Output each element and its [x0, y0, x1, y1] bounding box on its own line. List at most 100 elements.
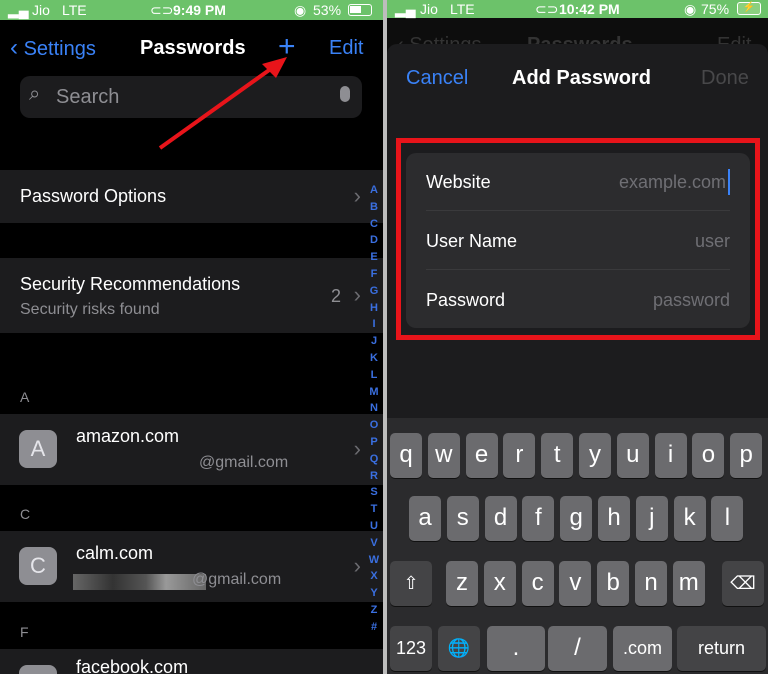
key-c[interactable]: c — [521, 561, 554, 606]
site-name: calm.com — [76, 543, 154, 563]
index-letter[interactable]: U — [367, 518, 381, 535]
key-y[interactable]: y — [579, 433, 611, 478]
index-letter[interactable]: P — [367, 434, 381, 451]
key-e[interactable]: e — [465, 433, 498, 478]
passwords-screen: ▂▄ Jio LTE ⊂⊃ 9:49 PM ◉ 53% ‹ Settings P… — [0, 0, 383, 674]
chevron-right-icon: › — [353, 436, 361, 461]
avatar: A — [19, 430, 57, 468]
key-d[interactable]: d — [484, 496, 517, 541]
dotcom-key[interactable]: .com — [613, 626, 672, 671]
password-options-row[interactable]: Password Options › — [0, 170, 383, 223]
index-letter[interactable]: R — [367, 468, 381, 485]
battery-charging-icon: ⚡ — [737, 2, 761, 15]
key-r[interactable]: r — [503, 433, 536, 478]
blurred-username — [73, 574, 206, 590]
key-l[interactable]: l — [711, 496, 744, 541]
add-password-screen: ▂▄ Jio LTE ⊂⊃ 10:42 PM ◉ 75% ⚡ ‹ Setting… — [387, 0, 768, 674]
delete-key[interactable]: ⌫ — [722, 561, 764, 606]
site-name: facebook.com — [76, 657, 189, 674]
key-u[interactable]: u — [616, 433, 649, 478]
slash-key[interactable]: / — [548, 626, 607, 671]
key-n[interactable]: n — [635, 561, 667, 606]
index-letter[interactable]: W — [367, 552, 381, 569]
index-letter[interactable]: A — [367, 182, 381, 199]
section-header: C — [20, 506, 31, 522]
time: 10:42 PM — [559, 1, 620, 17]
key-o[interactable]: o — [692, 433, 725, 478]
index-letter[interactable]: E — [367, 249, 381, 266]
index-letter[interactable]: O — [367, 417, 381, 434]
account-email: @gmail.com — [199, 454, 289, 471]
done-button[interactable]: Done — [701, 67, 749, 90]
index-letter[interactable]: # — [367, 619, 381, 636]
account-email: @gmail.com — [192, 571, 282, 588]
index-letter[interactable]: X — [367, 568, 381, 585]
key-j[interactable]: j — [635, 496, 668, 541]
key-k[interactable]: k — [673, 496, 706, 541]
carrier: Jio — [420, 1, 438, 17]
index-letter[interactable]: B — [367, 199, 381, 216]
key-q[interactable]: q — [390, 433, 422, 478]
dot-key[interactable]: . — [487, 626, 545, 671]
numbers-key[interactable]: 123 — [390, 626, 432, 671]
index-letter[interactable]: Q — [367, 451, 381, 468]
keyboard: q w e r t y u i o p a s d f g h j k l ⇧ z x c v b n m ⌫ 123 🌐. / .com re… — [387, 418, 768, 674]
key-m[interactable]: m — [672, 561, 705, 606]
index-letter[interactable]: I — [367, 316, 381, 333]
password-item-facebook[interactable]: facebook.com — [0, 649, 383, 674]
password-item-amazon[interactable]: A amazon.com @gmail.com › — [0, 414, 383, 485]
key-z[interactable]: z — [446, 561, 478, 606]
red-highlight-box — [396, 138, 760, 340]
avatar — [19, 665, 57, 674]
cancel-button[interactable]: Cancel — [406, 67, 468, 90]
section-header: F — [20, 624, 29, 640]
index-letter[interactable]: D — [367, 232, 381, 249]
key-f[interactable]: f — [522, 496, 555, 541]
network: LTE — [450, 1, 475, 17]
index-letter[interactable]: C — [367, 216, 381, 233]
index-letter[interactable]: V — [367, 535, 381, 552]
key-p[interactable]: p — [730, 433, 763, 478]
chevron-right-icon: › — [353, 183, 361, 208]
index-letter[interactable]: N — [367, 400, 381, 417]
key-g[interactable]: g — [560, 496, 593, 541]
globe-icon[interactable]: 🌐 — [438, 626, 480, 671]
shift-key[interactable]: ⇧ — [390, 561, 432, 606]
security-subtitle: Security risks found — [20, 301, 160, 318]
signal-icon: ▂▄ — [395, 1, 416, 17]
chevron-right-icon: › — [353, 553, 361, 578]
index-letter[interactable]: F — [367, 266, 381, 283]
key-w[interactable]: w — [427, 433, 460, 478]
key-v[interactable]: v — [559, 561, 592, 606]
section-index-bar[interactable]: A B C D E F G H I J K L M N O P Q R S T U V W X Y Z # — [367, 182, 381, 636]
index-letter[interactable]: L — [367, 367, 381, 384]
link-icon: ⊂⊃ — [535, 1, 559, 17]
key-x[interactable]: x — [483, 561, 516, 606]
sheet-title: Add Password — [512, 67, 651, 89]
index-letter[interactable]: Z — [367, 602, 381, 619]
security-title: Security Recommendations — [20, 274, 241, 294]
return-key[interactable]: return — [677, 626, 766, 671]
key-t[interactable]: t — [541, 433, 574, 478]
password-options-label: Password Options — [20, 186, 167, 206]
index-letter[interactable]: K — [367, 350, 381, 367]
index-letter[interactable]: G — [367, 283, 381, 300]
key-a[interactable]: a — [409, 496, 441, 541]
chevron-right-icon: › — [353, 282, 361, 307]
index-letter[interactable]: M — [367, 384, 381, 401]
security-count: 2 — [330, 286, 341, 306]
index-letter[interactable]: H — [367, 300, 381, 317]
key-h[interactable]: h — [598, 496, 630, 541]
index-letter[interactable]: S — [367, 484, 381, 501]
key-i[interactable]: i — [654, 433, 687, 478]
index-letter[interactable]: J — [367, 333, 381, 350]
key-b[interactable]: b — [597, 561, 630, 606]
index-letter[interactable]: T — [367, 501, 381, 518]
section-header: A — [20, 389, 30, 405]
index-letter[interactable]: Y — [367, 585, 381, 602]
battery-percent: 75% — [701, 1, 730, 17]
password-item-calm[interactable]: C calm.com @gmail.com › — [0, 531, 383, 602]
security-recommendations-row[interactable]: Security Recommendations Security risks … — [0, 258, 383, 333]
avatar: C — [19, 547, 57, 585]
key-s[interactable]: s — [446, 496, 479, 541]
